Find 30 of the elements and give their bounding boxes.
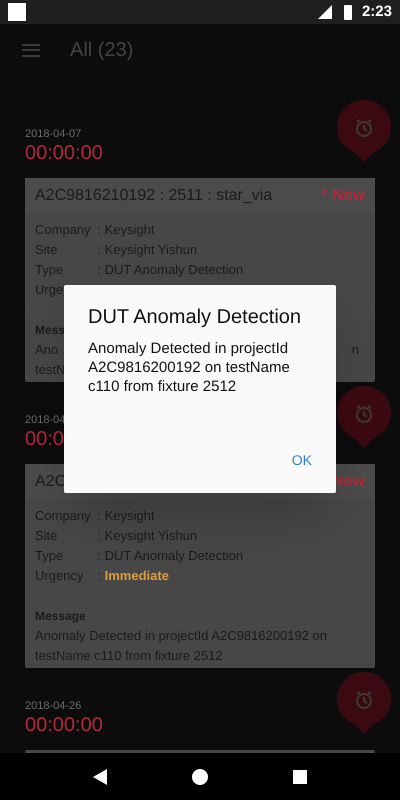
ok-button[interactable]: OK xyxy=(284,444,320,477)
back-icon[interactable] xyxy=(92,768,107,784)
status-time: 2:23 xyxy=(362,2,392,22)
recents-icon[interactable] xyxy=(293,770,308,784)
notification-icon xyxy=(8,3,26,21)
field-separator: : xyxy=(97,507,101,525)
battery-icon xyxy=(344,4,352,20)
alarm-clock-icon[interactable] xyxy=(336,100,392,162)
field-value: Immediate xyxy=(104,567,169,585)
home-icon[interactable] xyxy=(192,768,208,784)
alert-time: 00:00:00 xyxy=(25,142,103,164)
alert-date: 2018-04-26 xyxy=(25,700,82,712)
alert-date: 2018-04 xyxy=(25,414,66,426)
alert-date: 2018-04-07 xyxy=(25,128,82,140)
alert-time: 00:00:00 xyxy=(25,714,103,736)
alarm-clock-icon[interactable] xyxy=(336,672,392,734)
field-separator: : xyxy=(97,547,101,565)
menu-icon[interactable] xyxy=(22,44,40,56)
field-separator: : xyxy=(97,261,101,279)
field-separator: : xyxy=(97,527,101,545)
new-label: * New xyxy=(321,186,365,206)
field-separator: : xyxy=(97,221,101,239)
signal-icon xyxy=(316,4,332,20)
field-separator: : xyxy=(97,241,101,259)
dialog-title: DUT Anomaly Detection xyxy=(88,305,302,330)
alert-time: 00:0 xyxy=(25,428,64,450)
dialog-message: Anomaly Detected in projectId A2C9816200192 on testName c110 from fixture 2512 xyxy=(88,339,291,396)
field-separator: : xyxy=(97,567,101,585)
alarm-clock-icon[interactable] xyxy=(336,386,392,448)
page-title: All (23) xyxy=(70,38,134,63)
